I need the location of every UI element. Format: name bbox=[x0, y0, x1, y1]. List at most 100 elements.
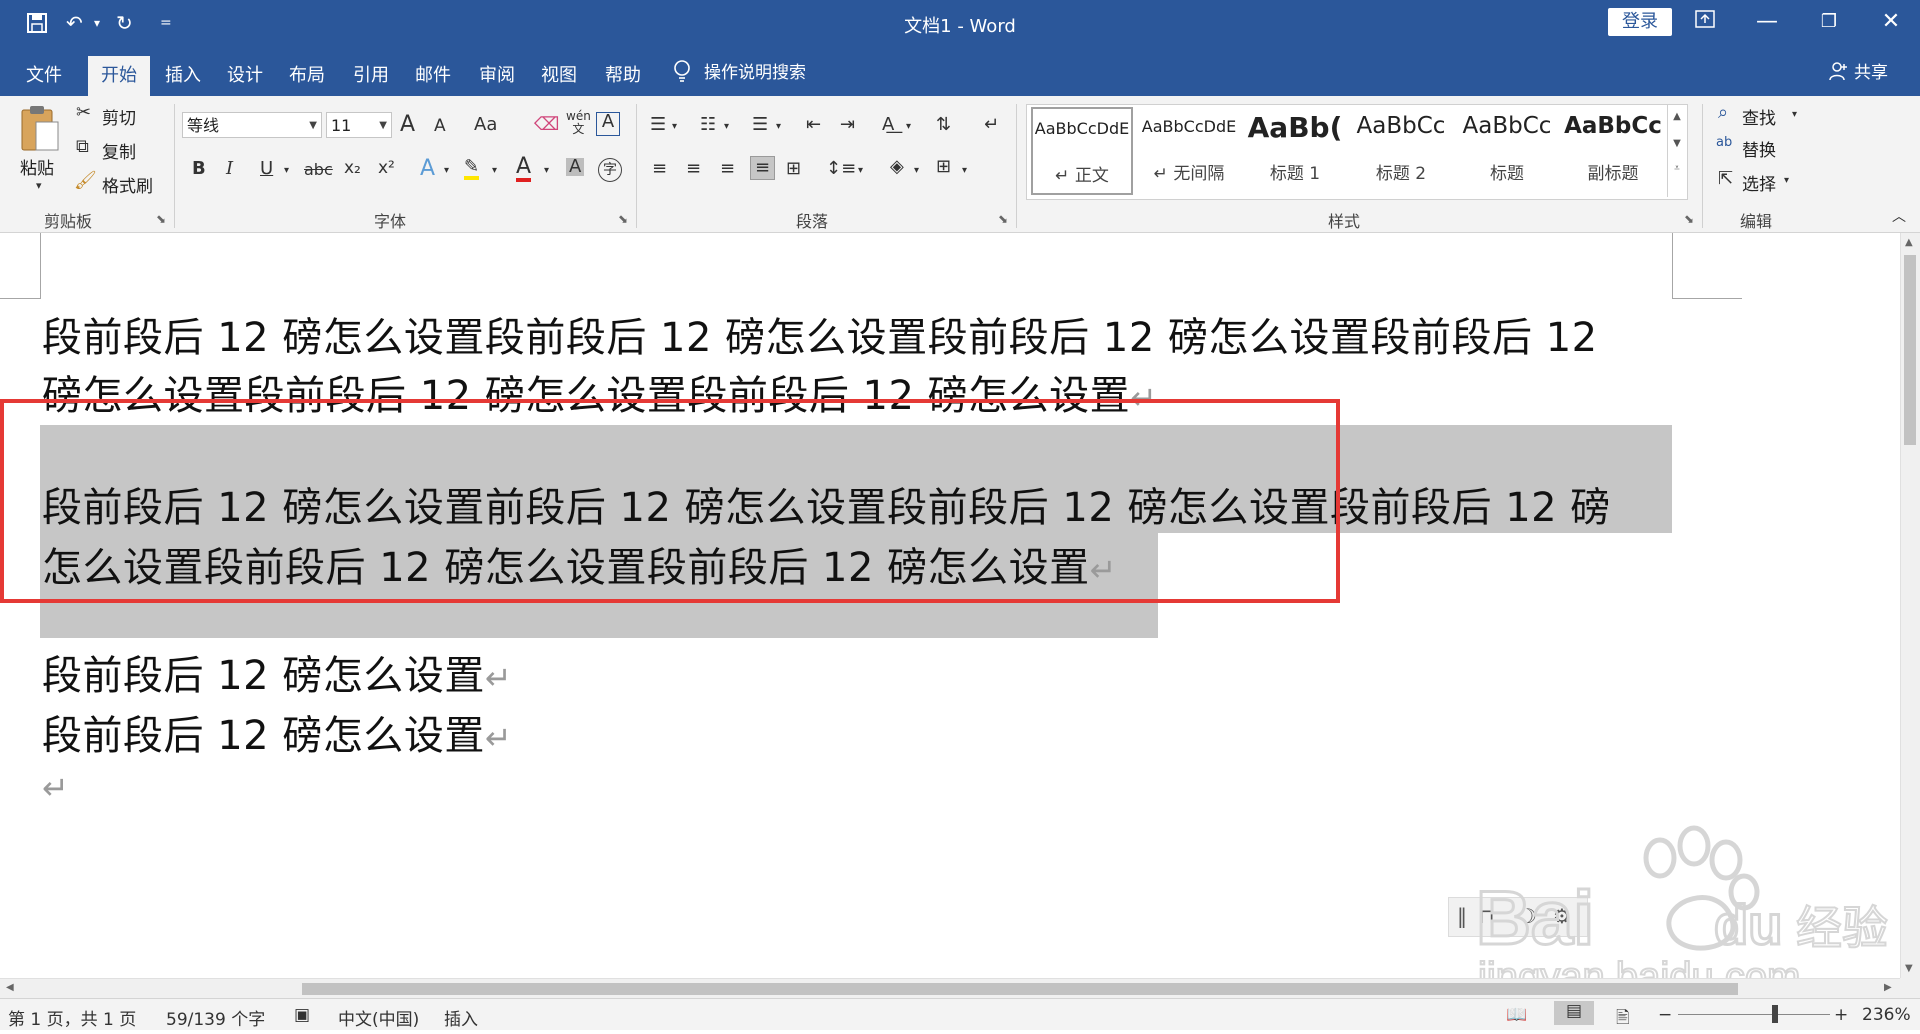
zoom-slider-thumb[interactable] bbox=[1772, 1005, 1778, 1023]
char-shading-icon[interactable]: A bbox=[566, 158, 585, 176]
multilevel-list-icon[interactable]: ☰ bbox=[752, 116, 768, 134]
distribute-icon[interactable]: ⊞ bbox=[786, 160, 801, 178]
increase-indent-icon[interactable]: ⇥ bbox=[840, 116, 855, 134]
zoom-slider-track[interactable] bbox=[1678, 1014, 1830, 1015]
highlight-icon[interactable]: ✎ bbox=[464, 158, 480, 180]
copy-icon[interactable]: ⧉ bbox=[76, 138, 89, 156]
format-painter-button[interactable]: 格式刷 bbox=[102, 172, 153, 197]
shading-icon[interactable]: ◈ bbox=[890, 158, 904, 176]
bullets-dropdown-icon[interactable]: ▾ bbox=[672, 122, 677, 132]
page-count[interactable]: 第 1 页，共 1 页 bbox=[8, 1005, 136, 1030]
text-direction-icon[interactable]: A͟ bbox=[882, 116, 894, 134]
vertical-scroll-thumb[interactable] bbox=[1904, 255, 1916, 445]
tab-help[interactable]: 帮助 bbox=[592, 56, 654, 96]
scroll-down-icon[interactable]: ▼ bbox=[1905, 963, 1913, 974]
find-dropdown-icon[interactable]: ▾ bbox=[1792, 110, 1797, 120]
font-launcher-icon[interactable]: ⬊ bbox=[618, 212, 628, 226]
tab-view[interactable]: 视图 bbox=[528, 56, 590, 96]
zoom-level[interactable]: 236% bbox=[1862, 1005, 1911, 1025]
font-size-combo[interactable]: 11 ▼ bbox=[326, 112, 392, 138]
scroll-up-icon[interactable]: ▲ bbox=[1668, 111, 1686, 122]
subscript-icon[interactable]: x₂ bbox=[344, 160, 361, 177]
font-color-icon[interactable]: A bbox=[516, 156, 532, 182]
bold-icon[interactable]: B bbox=[192, 160, 206, 178]
tab-home[interactable]: 开始 bbox=[88, 56, 150, 96]
borders-icon[interactable]: ⊞ bbox=[936, 158, 951, 176]
minimize-icon[interactable]: — bbox=[1738, 0, 1796, 46]
borders-dropdown-icon[interactable]: ▾ bbox=[962, 166, 967, 176]
login-button[interactable]: 登录 bbox=[1608, 8, 1672, 36]
scroll-right-icon[interactable]: ▶ bbox=[1884, 982, 1892, 993]
align-center-icon[interactable]: ≡ bbox=[686, 160, 701, 178]
paragraph-launcher-icon[interactable]: ⬊ bbox=[998, 212, 1008, 226]
superscript-icon[interactable]: x² bbox=[378, 160, 395, 177]
tab-insert[interactable]: 插入 bbox=[152, 56, 214, 96]
tab-references[interactable]: 引用 bbox=[340, 56, 402, 96]
style-title[interactable]: AaBbCc 标题 bbox=[1455, 107, 1559, 187]
style-heading-2[interactable]: AaBbCc 标题 2 bbox=[1349, 107, 1453, 187]
ribbon-display-options-icon[interactable] bbox=[1676, 0, 1734, 46]
char-border-icon[interactable]: A bbox=[596, 112, 620, 136]
insert-mode[interactable]: 插入 bbox=[444, 1005, 478, 1030]
restore-icon[interactable]: ❐ bbox=[1800, 0, 1858, 46]
numbering-icon[interactable]: ☷ bbox=[700, 116, 716, 134]
styles-launcher-icon[interactable]: ⬊ bbox=[1684, 212, 1694, 226]
text-effects-dropdown-icon[interactable]: ▾ bbox=[444, 166, 449, 176]
share-button[interactable]: 共享 bbox=[1828, 58, 1888, 83]
select-cursor-icon[interactable]: ⇱ bbox=[1718, 170, 1733, 188]
tab-design[interactable]: 设计 bbox=[214, 56, 276, 96]
clipboard-launcher-icon[interactable]: ⬊ bbox=[156, 212, 166, 226]
find-button[interactable]: 查找 bbox=[1742, 104, 1776, 129]
scroll-left-icon[interactable]: ◀ bbox=[6, 982, 14, 993]
zoom-out-button[interactable]: − bbox=[1658, 1005, 1672, 1025]
shading-dropdown-icon[interactable]: ▾ bbox=[914, 166, 919, 176]
style-subtitle[interactable]: AaBbCc 副标题 bbox=[1561, 107, 1665, 187]
copy-button[interactable]: 复制 bbox=[102, 138, 136, 163]
web-layout-icon[interactable]: 🖹 bbox=[1616, 1005, 1630, 1034]
vertical-scrollbar[interactable]: ▲ ▼ bbox=[1900, 233, 1920, 978]
justify-icon[interactable]: ≡ bbox=[750, 156, 776, 180]
select-button[interactable]: 选择 bbox=[1742, 170, 1776, 195]
style-no-spacing[interactable]: AaBbCcDdE ↵ 无间隔 bbox=[1137, 107, 1241, 187]
scissors-icon[interactable]: ✂ bbox=[76, 104, 91, 122]
underline-dropdown-icon[interactable]: ▾ bbox=[284, 166, 289, 176]
phonetic-guide-icon[interactable]: wén 文 bbox=[566, 110, 591, 136]
word-count[interactable]: 59/139 个字 bbox=[166, 1005, 265, 1030]
strikethrough-icon[interactable]: abc bbox=[304, 162, 333, 178]
styles-scroll[interactable]: ▲ ▼ ⩡ bbox=[1667, 105, 1686, 197]
grow-font-icon[interactable]: A bbox=[400, 114, 415, 136]
sort-icon[interactable]: ⇅ bbox=[936, 116, 951, 134]
horizontal-scroll-thumb[interactable] bbox=[302, 983, 1738, 995]
format-painter-icon[interactable]: 🖌 bbox=[74, 172, 97, 190]
tell-me-search[interactable]: 操作说明搜索 bbox=[672, 58, 806, 83]
font-name-combo[interactable]: 等线 ▼ bbox=[182, 112, 322, 138]
select-dropdown-icon[interactable]: ▾ bbox=[1784, 176, 1789, 186]
horizontal-scrollbar[interactable]: ◀ ▶ bbox=[0, 978, 1900, 999]
collapse-ribbon-icon[interactable]: ︿ bbox=[1892, 210, 1906, 224]
tab-file[interactable]: 文件 bbox=[12, 56, 76, 96]
multilevel-dropdown-icon[interactable]: ▾ bbox=[776, 122, 781, 132]
style-heading-1[interactable]: AaBb( 标题 1 bbox=[1243, 107, 1347, 187]
paste-dropdown-icon[interactable]: ▾ bbox=[36, 180, 42, 191]
scroll-down-icon[interactable]: ▼ bbox=[1668, 138, 1686, 149]
align-right-icon[interactable]: ≡ bbox=[720, 160, 735, 178]
shrink-font-icon[interactable]: A bbox=[434, 118, 446, 135]
read-mode-icon[interactable]: 📖 bbox=[1506, 1005, 1527, 1025]
tab-mailings[interactable]: 邮件 bbox=[402, 56, 464, 96]
more-styles-icon[interactable]: ⩡ bbox=[1668, 163, 1686, 174]
style-normal[interactable]: AaBbCcDdE ↵ 正文 bbox=[1031, 107, 1133, 195]
decrease-indent-icon[interactable]: ⇤ bbox=[806, 116, 821, 134]
line-spacing-icon[interactable]: ↕≡ bbox=[826, 160, 856, 178]
print-layout-icon[interactable]: ▤ bbox=[1554, 1001, 1594, 1025]
tab-review[interactable]: 审阅 bbox=[466, 56, 528, 96]
zoom-in-button[interactable]: + bbox=[1834, 1005, 1848, 1025]
text-effects-icon[interactable]: A bbox=[420, 158, 435, 180]
highlight-dropdown-icon[interactable]: ▾ bbox=[492, 166, 497, 176]
close-icon[interactable]: ✕ bbox=[1862, 0, 1920, 46]
language[interactable]: 中文(中国) bbox=[338, 1005, 419, 1030]
clear-formatting-icon[interactable]: ⌫ bbox=[534, 116, 559, 134]
scroll-up-icon[interactable]: ▲ bbox=[1905, 237, 1913, 248]
proofing-icon[interactable]: ▣ bbox=[294, 1005, 310, 1025]
enclose-chars-icon[interactable]: 字 bbox=[598, 158, 622, 182]
underline-icon[interactable]: U bbox=[260, 160, 273, 178]
